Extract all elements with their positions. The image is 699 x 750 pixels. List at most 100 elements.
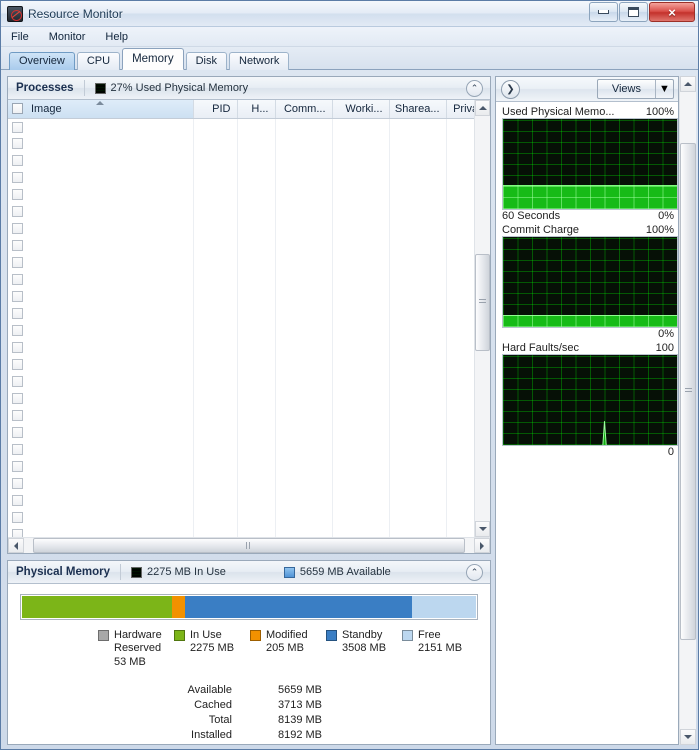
tab-memory[interactable]: Memory [122,48,184,70]
chevron-down-icon[interactable]: ▼ [656,80,673,98]
row-checkbox[interactable] [12,172,23,183]
scroll-track[interactable] [680,92,696,729]
table-row[interactable] [8,220,474,237]
table-row[interactable] [8,305,474,322]
row-checkbox[interactable] [12,376,23,387]
table-row[interactable] [8,475,474,492]
column-header-image[interactable]: Image [8,100,194,119]
close-button[interactable]: × [649,2,695,22]
table-row[interactable] [8,526,474,537]
scroll-up-button[interactable] [475,100,490,116]
table-row[interactable] [8,390,474,407]
table-row[interactable] [8,271,474,288]
scroll-thumb[interactable] [680,142,696,640]
menu-item-file[interactable]: File [11,31,29,43]
table-row[interactable] [8,169,474,186]
table-row[interactable] [8,509,474,526]
table-row[interactable] [8,492,474,509]
row-checkbox[interactable] [12,121,23,133]
table-row[interactable] [8,118,474,135]
column-header-working-set[interactable]: Worki... [332,100,390,119]
right-panel-scrollbar[interactable] [679,76,696,745]
row-checkbox[interactable] [12,478,23,489]
row-checkbox[interactable] [12,410,23,421]
physical-memory-panel-header[interactable]: Physical Memory 2275 MB In Use 5659 MB A… [8,561,490,584]
scroll-track[interactable] [475,116,490,521]
row-checkbox[interactable] [12,461,23,472]
table-row[interactable] [8,424,474,441]
tab-overview[interactable]: Overview [9,52,75,70]
expand-panel-chevron-right-icon[interactable]: ❯ [501,79,520,99]
scroll-right-button[interactable] [474,538,490,553]
processes-vertical-scrollbar[interactable] [474,100,490,537]
h-scroll-track[interactable] [24,538,474,553]
table-row[interactable] [8,322,474,339]
scroll-down-button[interactable] [475,521,490,537]
scroll-up-button[interactable] [680,76,696,92]
row-checkbox[interactable] [12,291,23,302]
tab-cpu[interactable]: CPU [76,52,121,70]
row-checkbox[interactable] [12,393,23,404]
row-checkbox[interactable] [12,495,23,506]
h-scroll-thumb[interactable] [33,538,465,553]
scroll-thumb[interactable] [475,253,490,351]
graph-min-label: 0% [658,210,674,222]
legend-label: Standby [342,629,383,641]
table-row[interactable] [8,356,474,373]
minimize-button[interactable] [589,2,618,22]
row-checkbox[interactable] [12,274,23,285]
table-row[interactable] [8,237,474,254]
table-row[interactable] [8,441,474,458]
row-checkbox[interactable] [12,189,23,200]
processes-horizontal-scrollbar[interactable] [8,537,490,553]
column-header-private[interactable]: Private... [446,100,474,119]
cell-working-set [332,271,390,288]
column-header-shareable[interactable]: Sharea... [389,100,447,119]
menu-item-help[interactable]: Help [105,31,128,43]
row-checkbox[interactable] [12,359,23,370]
row-checkbox[interactable] [12,155,23,166]
table-row[interactable] [8,339,474,356]
table-row[interactable] [8,152,474,169]
collapse-processes-chevron-up-icon[interactable]: ⌃ [466,80,483,97]
collapse-physical-memory-chevron-up-icon[interactable]: ⌃ [466,564,483,581]
table-row[interactable] [8,288,474,305]
table-row[interactable] [8,203,474,220]
graph-commit-charge: Commit Charge 100% 0% [502,224,678,340]
table-row[interactable] [8,373,474,390]
cell-commit [275,475,333,492]
row-checkbox[interactable] [12,206,23,217]
row-checkbox[interactable] [12,512,23,523]
graphs-panel: ❯ Views ▼ Used Physical Memo... 100% 60 Se… [495,76,679,745]
row-checkbox[interactable] [12,223,23,234]
menu-item-monitor[interactable]: Monitor [49,31,86,43]
title-bar[interactable]: Resource Monitor × [1,1,698,27]
row-checkbox[interactable] [12,257,23,268]
table-row[interactable] [8,407,474,424]
scroll-left-button[interactable] [8,538,24,553]
scroll-down-button[interactable] [680,729,696,745]
row-checkbox[interactable] [12,138,23,149]
tab-network[interactable]: Network [229,52,290,70]
maximize-button[interactable] [619,2,648,22]
row-checkbox[interactable] [12,325,23,336]
graph-fill-area [503,184,677,209]
row-checkbox[interactable] [12,529,23,537]
table-row[interactable] [8,254,474,271]
table-row[interactable] [8,458,474,475]
row-checkbox[interactable] [12,240,23,251]
row-checkbox[interactable] [12,342,23,353]
tab-disk[interactable]: Disk [185,52,227,70]
column-header-hard-faults[interactable]: H... [237,100,276,119]
table-row[interactable] [8,186,474,203]
row-checkbox[interactable] [12,444,23,455]
select-all-checkbox[interactable] [12,103,23,114]
graph-used-physical-memo: Used Physical Memo... 100% 60 Seconds 0% [502,106,678,222]
row-checkbox[interactable] [12,427,23,438]
column-header-pid[interactable]: PID [193,100,238,119]
processes-panel-header[interactable]: Processes 27% Used Physical Memory ⌃ [8,77,490,100]
row-checkbox[interactable] [12,308,23,319]
column-header-commit[interactable]: Comm... [275,100,333,119]
views-button[interactable]: Views ▼ [596,79,674,99]
table-row[interactable] [8,135,474,152]
